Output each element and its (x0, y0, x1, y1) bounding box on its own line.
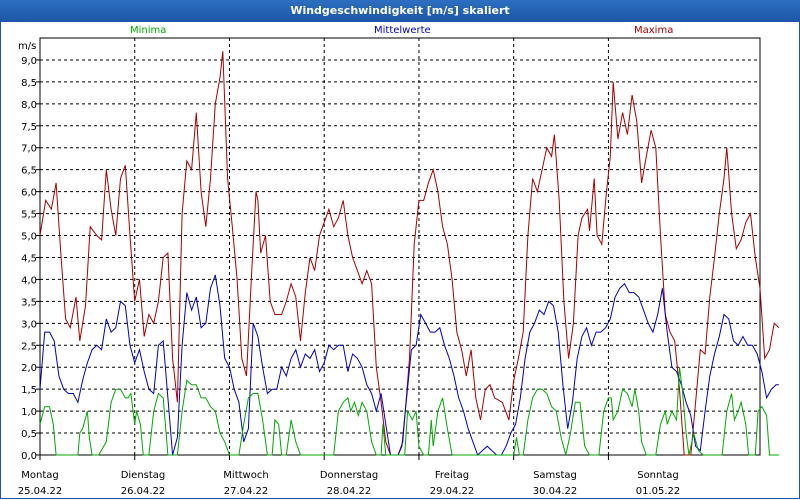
y-tick-label: 5,5 (21, 210, 37, 221)
y-tick-label: 5,0 (21, 232, 37, 243)
x-tick-date: 29.04.22 (430, 486, 475, 497)
x-tick-weekday: Mittwoch (223, 470, 268, 481)
y-tick-label: 8,5 (21, 78, 37, 89)
y-tick-label: 9,0 (21, 56, 37, 67)
plot-area (39, 37, 761, 456)
x-tick-date: 25.04.22 (18, 486, 63, 497)
y-tick-label: 4,5 (21, 253, 37, 264)
x-tick-date: 26.04.22 (121, 486, 166, 497)
line-chart: m/s 0,0 0,5 1,0 1,5 2,0 2,5 3,0 3,5 4,0 4,5 5,0 5,5 6… (18, 37, 780, 497)
x-tick-date: 30.04.22 (533, 486, 578, 497)
series-line-mittelwerte (39, 274, 779, 456)
x-tick-date: 28.04.22 (327, 486, 372, 497)
y-axis-unit: m/s (18, 41, 36, 52)
y-tick-label: 1,5 (21, 385, 37, 396)
x-tick-weekday: Sonntag (637, 470, 679, 481)
y-tick-label: 1,0 (21, 407, 37, 418)
y-tick-label: 6,5 (21, 166, 37, 177)
y-tick-label: 2,0 (21, 363, 37, 374)
x-tick-weekday: Donnerstag (320, 470, 378, 481)
y-tick-label: 3,0 (21, 319, 37, 330)
x-tick-date: 27.04.22 (224, 486, 269, 497)
y-tick-label: 7,0 (21, 144, 37, 155)
y-tick-label: 0,5 (21, 429, 37, 440)
y-tick-label: 7,5 (21, 122, 37, 133)
y-tick-label: 8,0 (21, 100, 37, 111)
y-tick-label: 4,0 (21, 275, 37, 286)
y-tick-label: 0,0 (21, 451, 37, 462)
y-tick-label: 3,5 (21, 297, 37, 308)
x-tick-weekday: Samstag (533, 470, 577, 481)
x-tick-weekday: Montag (21, 470, 58, 481)
x-tick-weekday: Freitag (435, 470, 469, 481)
y-tick-label: 2,5 (21, 341, 37, 352)
chart-window: Windgeschwindigkeit [m/s] skaliert Minim… (0, 0, 800, 500)
x-tick-date: 01.05.22 (636, 486, 681, 497)
x-tick-weekday: Dienstag (121, 470, 166, 481)
series-line-maxima (39, 51, 780, 456)
y-tick-label: 6,0 (21, 188, 37, 199)
